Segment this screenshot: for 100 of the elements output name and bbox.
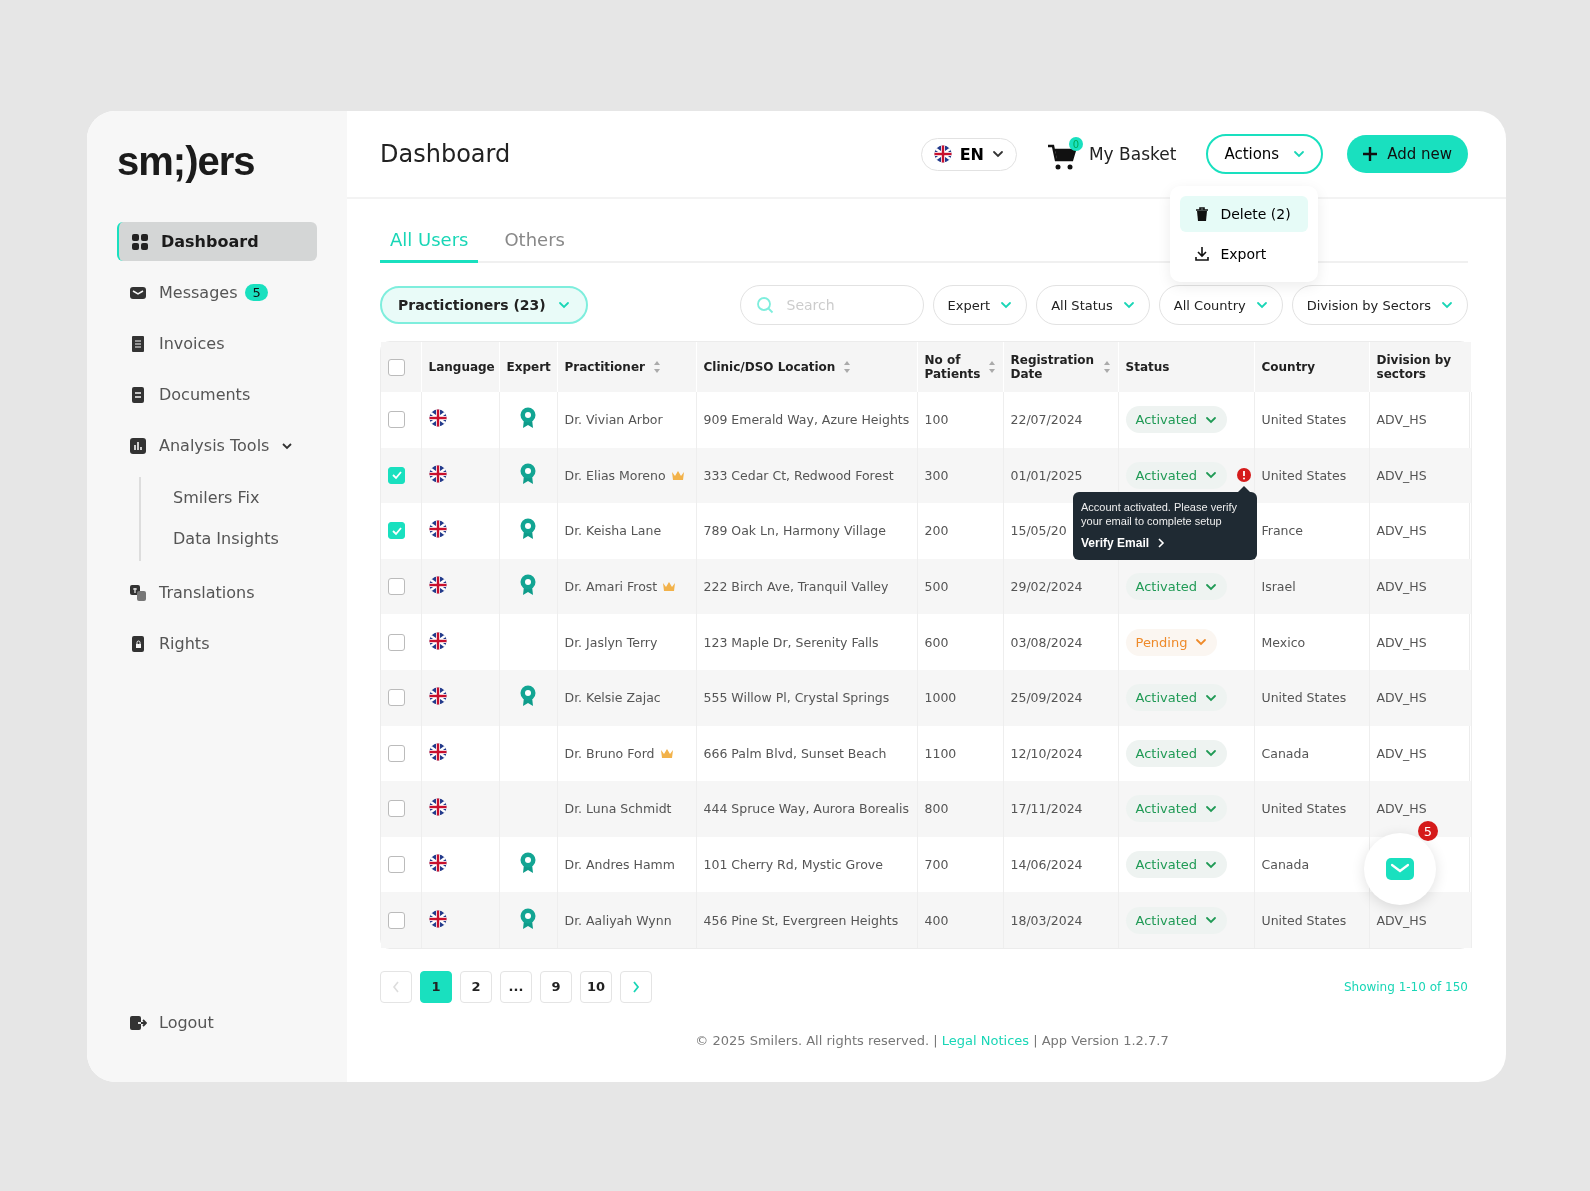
nav-item[interactable]: Documents [117,375,317,414]
filter-dropdown[interactable]: All Status [1036,285,1150,325]
checkbox[interactable] [388,744,405,762]
practitioner-name: Dr. Jaslyn Terry [564,634,658,650]
flag-icon [428,909,447,928]
country: United States [1261,801,1347,817]
filter-dropdown[interactable]: Division by Sectors [1291,285,1468,325]
checkbox[interactable] [388,578,405,596]
registration-date: 12/10/2024 [1010,745,1083,761]
checkbox[interactable] [388,466,405,484]
division: ADV_HS [1376,467,1427,483]
practitioner-name: Dr. Bruno Ford [564,745,655,761]
patient-count: 700 [924,857,949,873]
nav-item[interactable]: Invoices [117,324,317,363]
checkbox[interactable] [388,856,405,874]
logout-icon [129,1013,147,1032]
patient-count: 100 [924,412,949,428]
country: France [1261,523,1304,539]
page-button[interactable]: 1 [420,970,452,1003]
division: ADV_HS [1376,745,1427,761]
tooltip-text: Account activated. Please verify your email to complete setup [1081,500,1238,529]
flag-icon [933,145,952,163]
column-header[interactable]: Practitioner [564,360,645,374]
registration-date: 18/03/2024 [1010,912,1083,928]
checkbox[interactable] [388,358,405,376]
checkbox[interactable] [388,633,405,651]
group-dropdown[interactable]: Practictioners (23) [380,286,588,324]
chevron-down-icon [1122,299,1135,311]
clinic-location: 789 Oak Ln, Harmony Village [703,523,886,539]
patient-count: 500 [924,579,949,595]
chevron-down-icon [991,148,1004,160]
nav-subitem[interactable]: Data Insights [141,520,317,557]
actions-dropdown[interactable]: Actions [1206,134,1324,174]
page-button[interactable]: 9 [540,970,572,1003]
nav-item[interactable]: Analysis Tools [117,426,317,465]
patient-count: 1000 [924,690,957,706]
search-icon [755,296,774,314]
division: ADV_HS [1376,912,1427,928]
checkbox[interactable] [388,911,405,929]
checkbox[interactable] [388,411,405,429]
basket-button[interactable]: 0 My Basket [1040,136,1183,172]
checkbox[interactable] [388,689,405,707]
clinic-location: 222 Birch Ave, Tranquil Valley [703,579,889,595]
chevron-down-icon [1000,299,1013,311]
practitioner-name: Dr. Amari Frost [564,579,658,595]
tab[interactable]: Others [494,221,575,263]
flag-icon [428,687,447,706]
country: Canada [1261,857,1310,873]
division: ADV_HS [1376,634,1427,650]
chevron-down-icon [1255,299,1268,311]
chevron-down-icon [1441,299,1453,311]
column-header: Division by sectors [1376,353,1453,381]
column-header: Status [1125,360,1170,374]
practitioner-name: Dr. Elias Moreno [564,467,666,483]
logout-button[interactable]: Logout [117,1003,317,1042]
clinic-location: 333 Cedar Ct, Redwood Forest [703,467,894,483]
receipt-icon [129,334,147,353]
menu-item[interactable]: Delete (2) [1180,196,1309,232]
patient-count: 300 [924,467,949,483]
country: United States [1261,412,1347,428]
page-button[interactable]: 2 [460,970,492,1003]
document-icon [129,385,147,404]
filter-dropdown[interactable]: Expert [932,285,1028,325]
language-selector[interactable]: EN [920,137,1017,171]
page-title: Dashboard [380,140,512,168]
filter-dropdown[interactable]: All Country [1158,285,1283,325]
practitioner-name: Dr. Luna Schmidt [564,801,672,817]
registration-date: 17/11/2024 [1010,801,1083,817]
patient-count: 200 [924,523,949,539]
column-header: Country [1261,360,1316,374]
flag-icon [428,576,447,595]
country: Mexico [1261,634,1306,650]
menu-item[interactable]: Export [1180,236,1309,272]
clinic-location: 444 Spruce Way, Aurora Borealis [703,801,910,817]
chevron-right-icon [632,980,640,993]
nav-item[interactable]: Messages 5 [117,273,317,312]
nav-subitem[interactable]: Smilers Fix [141,479,317,516]
nav-item[interactable]: Rights [117,624,317,663]
registration-date: 14/06/2024 [1010,857,1083,873]
patient-count: 600 [924,634,949,650]
verify-email-link[interactable]: Verify Email [1081,536,1166,551]
grid-icon [131,232,149,251]
checkbox[interactable] [388,800,405,818]
plus-icon [1363,147,1378,161]
nav-item[interactable]: Dashboard [117,222,317,261]
add-new-button[interactable]: Add new [1347,135,1468,173]
division: ADV_HS [1376,579,1427,595]
copyright-text: © 2025 Smilers. All rights reserved. | Legal Notices | App Version 1.2.7.7 [694,1032,1170,1048]
checkbox[interactable] [388,522,405,540]
page-button[interactable]: 10 [580,970,612,1003]
column-header[interactable]: Clinic/DSO Location [703,360,836,374]
flag-icon [428,798,447,817]
practitioner-name: Dr. Aaliyah Wynn [564,912,672,928]
registration-date: 25/09/2024 [1010,690,1083,706]
page-button[interactable]: ... [500,970,532,1003]
nav-item[interactable]: Translations [117,573,317,612]
next-page-button[interactable] [620,970,652,1003]
practitioner-name: Dr. Andres Hamm [564,857,675,873]
clinic-location: 101 Cherry Rd, Mystic Grove [703,857,883,873]
country: Israel [1261,579,1296,595]
